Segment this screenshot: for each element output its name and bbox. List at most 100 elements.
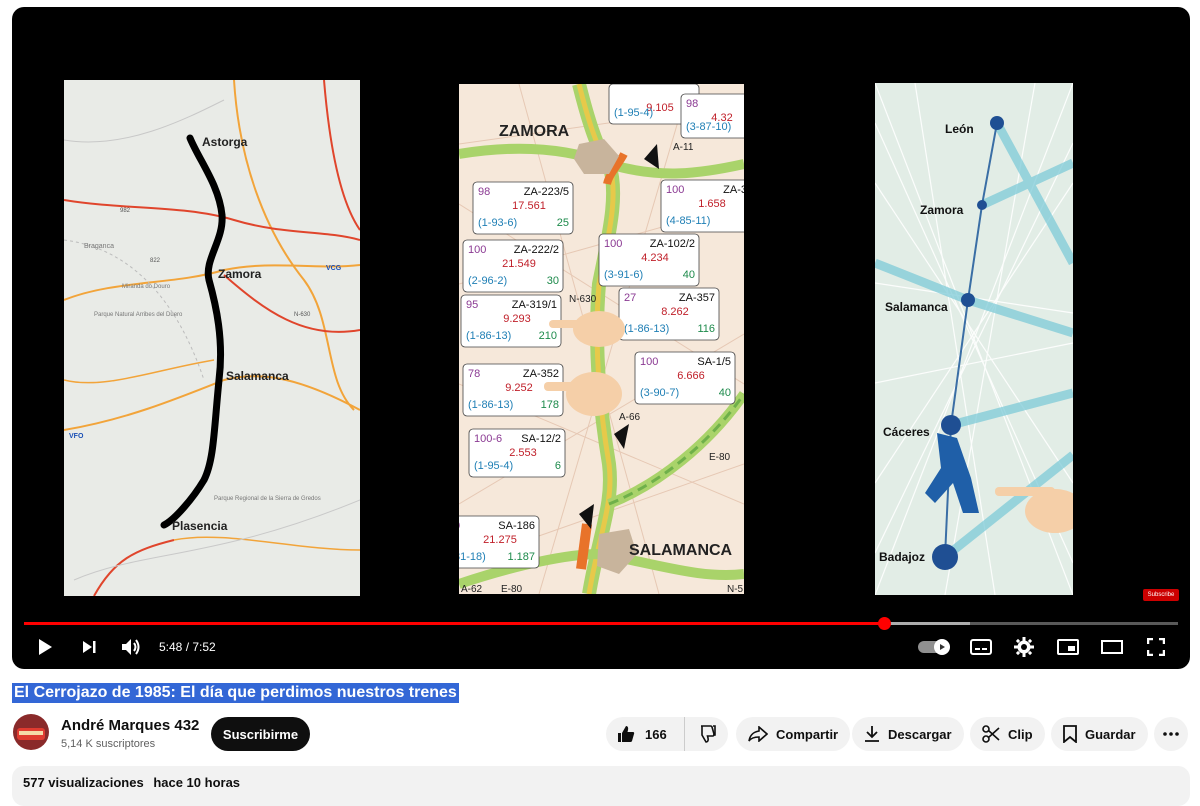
download-label: Descargar xyxy=(888,726,952,742)
traffic-box-date: (3-91-6) xyxy=(604,269,643,281)
play-icon xyxy=(39,639,52,655)
subscribe-watermark[interactable]: Subscribe xyxy=(1143,589,1179,601)
traffic-box-percent: 0 xyxy=(459,520,460,532)
save-label: Guardar xyxy=(1085,726,1136,742)
theater-icon xyxy=(1101,640,1123,654)
fullscreen-icon xyxy=(1147,638,1165,656)
subtitles-button[interactable] xyxy=(968,634,994,660)
download-button[interactable]: Descargar xyxy=(852,717,964,751)
miniplayer-icon xyxy=(1057,639,1079,655)
traffic-box-count: 30 xyxy=(547,275,559,287)
traffic-box-count: 116 xyxy=(697,323,715,335)
traffic-box-date: (1-93-6) xyxy=(478,217,517,229)
mute-button[interactable] xyxy=(118,634,144,660)
road-label: A-66 xyxy=(619,412,641,423)
traffic-box-percent: 100 xyxy=(640,356,658,368)
traffic-box-count: 40 xyxy=(683,269,695,281)
map-small-label: 982 xyxy=(120,208,131,214)
traffic-box-percent: 78 xyxy=(468,368,480,380)
traffic-box: 100-6 SA-12/2 2.553(1-95-4) 6 xyxy=(468,428,566,478)
road-label: N-5 xyxy=(727,584,744,594)
traffic-box-value: 8.262 xyxy=(661,306,689,318)
subtitles-icon xyxy=(970,639,992,655)
map-small-label: N-630 xyxy=(294,312,311,318)
map-small-label: Parque Natural Arribes del Duero xyxy=(94,312,183,318)
clip-label: Clip xyxy=(1008,726,1033,742)
traffic-box-date: (3-90-7) xyxy=(640,387,679,399)
traffic-box-date: (4-85-11) xyxy=(666,215,710,227)
traffic-box-date: 81-18) xyxy=(459,551,486,563)
progress-bar[interactable] xyxy=(24,617,1178,630)
scissors-icon xyxy=(982,725,1000,743)
subscribe-button[interactable]: Suscribirme xyxy=(211,717,310,751)
traffic-box-count: 6 xyxy=(555,460,561,472)
next-button[interactable] xyxy=(76,634,102,660)
road-label: A-62 xyxy=(461,584,483,594)
city-label: Salamanca xyxy=(885,300,948,314)
skip-next-icon xyxy=(83,641,96,653)
traffic-box-count: 210 xyxy=(539,330,557,342)
traffic-box-date: (1-86-13) xyxy=(468,399,513,411)
thumbs-up-icon xyxy=(618,726,635,742)
traffic-box-code: SA-186 xyxy=(498,520,535,532)
traffic-box-date: (1-95-4) xyxy=(614,107,653,119)
traffic-box-count: 25 xyxy=(557,217,569,229)
traffic-box: 100 ZA-3 1.658 (4-85-11) xyxy=(660,179,744,233)
map-right-panel: León Zamora Salamanca Cáceres Badajoz xyxy=(875,83,1073,595)
road-label: N-630 xyxy=(569,294,597,305)
traffic-box-date: (1-86-13) xyxy=(466,330,511,342)
autoplay-toggle[interactable] xyxy=(918,639,950,655)
traffic-box-value: 4.234 xyxy=(641,252,669,264)
traffic-box: 100 ZA-222/2 21.549 (2-96-2) 30 xyxy=(462,239,564,293)
scrubber-handle[interactable] xyxy=(877,617,891,630)
traffic-box-code: ZA-223/5 xyxy=(524,186,569,198)
dislike-button[interactable] xyxy=(685,725,728,743)
city-label: Zamora xyxy=(920,203,964,217)
road-label: E-80 xyxy=(709,452,731,463)
city-label: Zamora xyxy=(218,267,262,281)
play-button[interactable] xyxy=(32,634,58,660)
miniplayer-button[interactable] xyxy=(1055,634,1081,660)
traffic-box-date: (1-86-13) xyxy=(624,323,669,335)
map-small-label: VFO xyxy=(69,433,84,440)
traffic-box-code: ZA-222/2 xyxy=(514,244,559,256)
gear-icon xyxy=(1014,637,1034,657)
channel-name[interactable]: André Marques 432 xyxy=(61,717,199,734)
share-icon xyxy=(748,726,768,742)
traffic-box-percent: 100 xyxy=(604,238,622,250)
traffic-box-percent: 100 xyxy=(468,244,486,256)
share-button[interactable]: Compartir xyxy=(736,717,851,751)
road-label: A-11 xyxy=(673,142,694,153)
traffic-box-percent: 100-6 xyxy=(474,433,502,445)
traffic-box-date: (3-87-10) xyxy=(686,121,731,133)
traffic-box-code: SA-1/5 xyxy=(697,356,731,368)
fullscreen-button[interactable] xyxy=(1143,634,1169,660)
traffic-box-percent: 98 xyxy=(478,186,490,198)
video-player[interactable]: Astorga Zamora Salamanca Plasencia Braga… xyxy=(12,7,1190,669)
save-button[interactable]: Guardar xyxy=(1051,717,1148,751)
traffic-box-percent: 100 xyxy=(666,184,684,196)
traffic-box-value: 21.549 xyxy=(502,258,536,270)
city-label: Cáceres xyxy=(883,425,930,439)
settings-button[interactable] xyxy=(1011,634,1037,660)
city-label: Badajoz xyxy=(879,550,925,564)
traffic-box-date: (1-95-4) xyxy=(474,460,513,472)
city-label: SALAMANCA xyxy=(629,542,733,559)
channel-avatar[interactable] xyxy=(13,714,49,750)
time-current: 5:48 xyxy=(159,640,183,654)
traffic-box: 27 ZA-357 8.262 (1-86-13) 116 xyxy=(618,287,720,341)
traffic-box-count: 40 xyxy=(719,387,731,399)
volume-icon xyxy=(122,639,140,655)
city-label: Plasencia xyxy=(172,519,228,533)
traffic-box-code: ZA-357 xyxy=(679,292,715,304)
autoplay-knob xyxy=(934,639,950,655)
traffic-box: 100 ZA-102/2 4.234 (3-91-6) 40 xyxy=(598,233,700,287)
description-box[interactable]: 577 visualizaciones hace 10 horas xyxy=(12,766,1190,806)
like-button[interactable]: 166 xyxy=(606,717,685,751)
clip-button[interactable]: Clip xyxy=(970,717,1045,751)
theater-mode-button[interactable] xyxy=(1099,634,1125,660)
city-label: ZAMORA xyxy=(499,123,570,140)
traffic-box-value: 9.252 xyxy=(505,382,533,394)
more-actions-button[interactable] xyxy=(1154,717,1188,751)
subscriber-count: 5,14 K suscriptores xyxy=(61,738,156,750)
